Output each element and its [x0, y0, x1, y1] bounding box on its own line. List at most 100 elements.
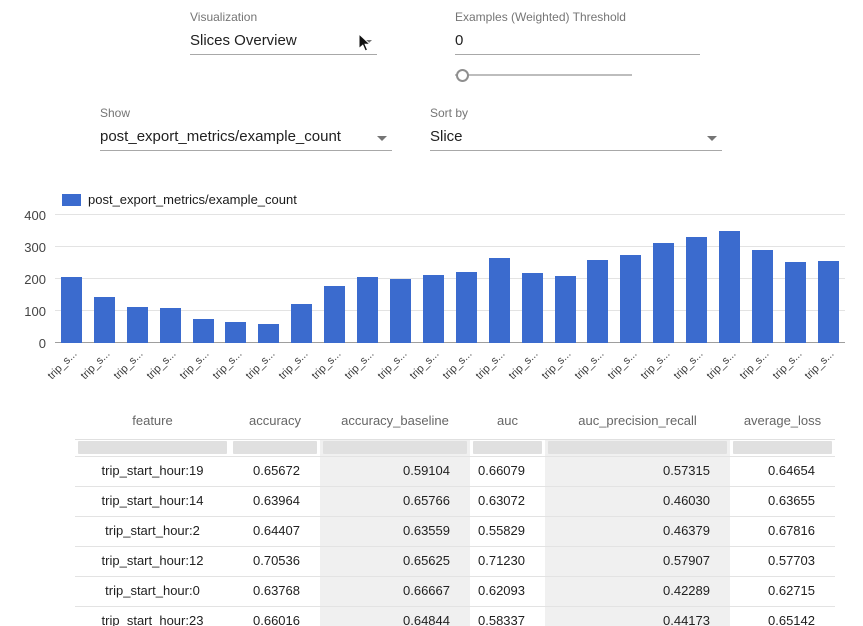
y-tick-label: 400 [24, 208, 46, 223]
sort-by-select[interactable]: Slice [430, 125, 722, 151]
bar[interactable] [357, 277, 378, 343]
bar[interactable] [423, 275, 444, 343]
bar[interactable] [555, 276, 576, 343]
metric-cell: 0.66667 [320, 577, 470, 606]
x-tick-label: trip_s... [375, 348, 409, 382]
chart-y-axis: 0100200300400 [0, 215, 46, 343]
metric-cell: 0.42289 [545, 577, 730, 606]
filter-input[interactable] [548, 441, 727, 454]
metric-cell: 0.65625 [320, 547, 470, 576]
bar[interactable] [94, 297, 115, 343]
chevron-down-icon [377, 136, 387, 141]
table-filter-row [75, 439, 835, 456]
bar[interactable] [456, 272, 477, 343]
threshold-slider[interactable] [455, 68, 632, 82]
metric-cell: 0.67816 [730, 517, 835, 546]
column-header[interactable]: feature [75, 413, 230, 428]
legend-label: post_export_metrics/example_count [88, 192, 297, 207]
column-header[interactable]: accuracy [230, 413, 320, 428]
sort-by-label: Sort by [430, 106, 468, 120]
show-select[interactable]: post_export_metrics/example_count [100, 125, 392, 151]
threshold-value: 0 [455, 32, 463, 49]
metric-cell: 0.62715 [730, 577, 835, 606]
bar[interactable] [587, 260, 608, 343]
column-header[interactable]: accuracy_baseline [320, 413, 470, 428]
bar[interactable] [193, 319, 214, 343]
column-header[interactable]: auc [470, 413, 545, 428]
bar[interactable] [686, 237, 707, 343]
x-tick-label: trip_s... [342, 348, 376, 382]
bar[interactable] [258, 324, 279, 343]
table-row: trip_start_hour:20.644070.635590.558290.… [75, 516, 835, 546]
x-tick-label: trip_s... [79, 348, 113, 382]
x-tick-label: trip_s... [112, 348, 146, 382]
bar[interactable] [785, 262, 806, 343]
chart-bars [55, 215, 845, 343]
bar[interactable] [752, 250, 773, 343]
metric-cell: 0.63072 [470, 487, 545, 516]
metric-cell: 0.64407 [230, 517, 320, 546]
filter-cell [320, 440, 470, 456]
bar[interactable] [719, 231, 740, 343]
bar[interactable] [225, 322, 246, 343]
x-tick-label: trip_s... [638, 348, 672, 382]
metric-cell: 0.46379 [545, 517, 730, 546]
metric-cell: 0.57907 [545, 547, 730, 576]
metric-cell: 0.57315 [545, 457, 730, 486]
bar[interactable] [127, 307, 148, 343]
column-header[interactable]: average_loss [730, 413, 835, 428]
metric-cell: 0.59104 [320, 457, 470, 486]
feature-cell: trip_start_hour:12 [75, 547, 230, 576]
x-tick-label: trip_s... [309, 348, 343, 382]
table-row: trip_start_hour:00.637680.666670.620930.… [75, 576, 835, 606]
metric-cell: 0.64654 [730, 457, 835, 486]
bar[interactable] [653, 243, 674, 343]
threshold-input[interactable]: 0 [455, 29, 700, 55]
bar[interactable] [522, 273, 543, 343]
bar[interactable] [818, 261, 839, 343]
chart-plot [55, 215, 845, 343]
y-tick-label: 100 [24, 304, 46, 319]
y-tick-label: 0 [39, 336, 46, 351]
bar[interactable] [390, 279, 411, 343]
chevron-down-icon [707, 136, 717, 141]
filter-input[interactable] [473, 441, 542, 454]
bar[interactable] [489, 258, 510, 343]
bar[interactable] [620, 255, 641, 343]
bar[interactable] [160, 308, 181, 343]
filter-input[interactable] [233, 441, 317, 454]
metric-cell: 0.70536 [230, 547, 320, 576]
slider-track[interactable] [455, 74, 632, 76]
table-header-row: featureaccuracyaccuracy_baselineaucauc_p… [75, 402, 835, 439]
filter-cell [230, 440, 320, 456]
bar[interactable] [61, 277, 82, 343]
filter-input[interactable] [78, 441, 227, 454]
filter-cell [75, 440, 230, 456]
sort-by-value: Slice [430, 128, 463, 145]
feature-cell: trip_start_hour:2 [75, 517, 230, 546]
visualization-value: Slices Overview [190, 32, 297, 49]
column-header[interactable]: auc_precision_recall [545, 413, 730, 428]
filter-input[interactable] [323, 441, 467, 454]
x-tick-label: trip_s... [803, 348, 837, 382]
slider-thumb[interactable] [456, 69, 469, 82]
x-tick-label: trip_s... [540, 348, 574, 382]
metric-cell: 0.63655 [730, 487, 835, 516]
table-row: trip_start_hour:140.639640.657660.63072 0… [75, 486, 835, 516]
x-tick-label: trip_s... [145, 348, 179, 382]
filter-input[interactable] [733, 441, 832, 454]
visualization-select[interactable]: Slices Overview [190, 29, 377, 55]
x-tick-label: trip_s... [441, 348, 475, 382]
x-tick-label: trip_s... [408, 348, 442, 382]
bar[interactable] [291, 304, 312, 343]
metric-cell: 0.65766 [320, 487, 470, 516]
bar[interactable] [324, 286, 345, 343]
metric-cell: 0.63964 [230, 487, 320, 516]
x-tick-label: trip_s... [704, 348, 738, 382]
x-tick-label: trip_s... [606, 348, 640, 382]
filter-cell [730, 440, 835, 456]
metric-cell: 0.63559 [320, 517, 470, 546]
feature-cell: trip_start_hour:14 [75, 487, 230, 516]
metric-cell: 0.63768 [230, 577, 320, 606]
x-tick-label: trip_s... [507, 348, 541, 382]
